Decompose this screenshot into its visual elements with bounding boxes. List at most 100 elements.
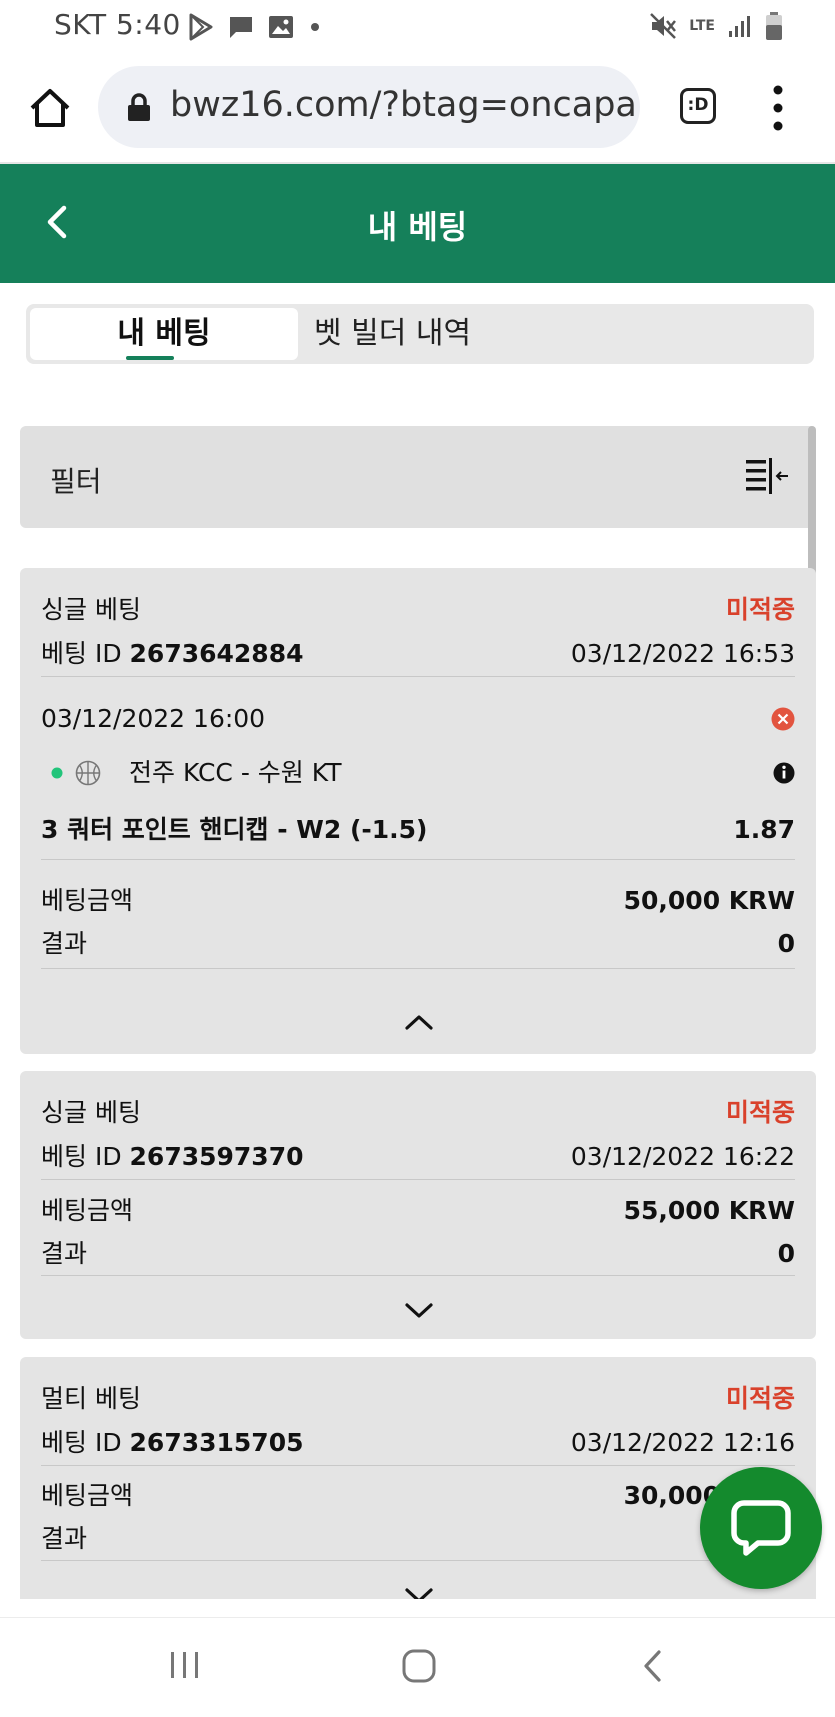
url-bar[interactable]: bwz16.com/?btag=oncapan8 <box>98 66 640 148</box>
chevron-up-icon[interactable] <box>404 1012 434 1032</box>
chevron-down-icon[interactable] <box>404 1301 434 1321</box>
gallery-icon <box>269 16 293 38</box>
result-value: 0 <box>777 929 795 958</box>
result-row: 결과 0 <box>41 924 795 964</box>
network-type: LTE <box>689 18 715 34</box>
result-label: 결과 <box>41 1239 88 1268</box>
bet-id-value: 2673315705 <box>129 1428 304 1457</box>
status-badge: 미적중 <box>725 1384 795 1413</box>
market-name: 3 쿼터 포인트 핸디캡 - W2 (-1.5) <box>41 815 428 844</box>
bet-id: 베팅 ID 2673642884 <box>41 634 303 674</box>
placed-at: 03/12/2022 16:53 <box>570 639 795 668</box>
status-badge: 미적중 <box>725 1098 795 1127</box>
notification-icons <box>188 12 322 42</box>
home-nav-icon[interactable] <box>401 1648 437 1684</box>
page-title: 내 베팅 <box>367 208 468 246</box>
bet-card: 멀티 베팅 미적중 베팅 ID 2673315705 03/12/2022 12… <box>20 1357 816 1599</box>
divider <box>41 1275 795 1276</box>
result-label: 결과 <box>41 929 88 958</box>
divider <box>41 1179 795 1180</box>
bet-card: 싱글 베팅 미적중 베팅 ID 2673642884 03/12/2022 16… <box>20 568 816 1054</box>
bet-type: 멀티 베팅 <box>41 1384 141 1413</box>
odds: 1.87 <box>733 815 795 844</box>
tab-my-bets[interactable]: 내 베팅 <box>30 308 298 360</box>
tab-label: 내 베팅 <box>117 316 211 351</box>
dot-icon <box>311 23 319 31</box>
system-icons: LTE <box>649 10 783 42</box>
status-bar: SKT 5:40 LTE <box>0 0 835 52</box>
filter-label: 필터 <box>50 465 102 498</box>
browser-toolbar: bwz16.com/?btag=oncapan8 :D <box>0 52 835 164</box>
result-row: 결과 0 <box>41 1519 795 1559</box>
bet-type-row: 멀티 베팅 미적중 <box>41 1379 795 1419</box>
status-badge: 미적중 <box>725 595 795 624</box>
result-row: 결과 0 <box>41 1234 795 1274</box>
recent-apps-icon[interactable] <box>168 1648 202 1682</box>
chat-button[interactable] <box>700 1467 822 1589</box>
mute-icon <box>650 13 677 39</box>
basketball-icon <box>75 760 101 786</box>
live-dot-icon <box>51 767 63 779</box>
tab-bet-builder-history[interactable]: 벳 빌더 내역 <box>314 308 514 360</box>
battery-icon <box>766 12 782 40</box>
chat-bubble-icon <box>731 1500 791 1556</box>
home-icon[interactable] <box>28 86 72 130</box>
filter-icon[interactable] <box>744 456 790 496</box>
bet-id-value: 2673597370 <box>129 1142 304 1171</box>
bet-id-value: 2673642884 <box>129 639 304 668</box>
result-label: 결과 <box>41 1524 88 1553</box>
match-row: 전주 KCC - 수원 KT <box>41 753 795 793</box>
divider <box>41 676 795 677</box>
bet-id-label: 베팅 ID <box>41 1428 122 1457</box>
back-nav-icon[interactable] <box>640 1648 664 1684</box>
placed-at: 03/12/2022 12:16 <box>570 1428 795 1457</box>
signal-icon <box>729 16 750 37</box>
match-name: 전주 KCC - 수원 KT <box>129 758 342 787</box>
carrier-time: SKT 5:40 <box>54 8 181 41</box>
url-text: bwz16.com/?btag=oncapan8 <box>170 85 640 125</box>
info-icon[interactable] <box>773 753 795 793</box>
screen: SKT 5:40 LTE bwz16.com/?btag=oncapan8 :D… <box>0 0 835 1717</box>
bet-type: 싱글 베팅 <box>41 1098 141 1127</box>
bet-tabs: 내 베팅 벳 빌더 내역 <box>26 304 814 364</box>
divider <box>41 1465 795 1466</box>
tab-switcher-button[interactable]: :D <box>680 88 716 124</box>
more-menu-icon[interactable] <box>770 82 786 134</box>
event-time: 03/12/2022 16:00 <box>41 704 266 733</box>
divider <box>41 1560 795 1561</box>
placed-at: 03/12/2022 16:22 <box>570 1142 795 1171</box>
event-time-row: 03/12/2022 16:00 <box>41 699 795 739</box>
stake-row: 베팅금액 55,000 KRW <box>41 1191 795 1231</box>
bet-card: 싱글 베팅 미적중 베팅 ID 2673597370 03/12/2022 16… <box>20 1071 816 1339</box>
bet-id-label: 베팅 ID <box>41 639 122 668</box>
result-value: 0 <box>777 1239 795 1268</box>
divider <box>41 968 795 969</box>
bet-type: 싱글 베팅 <box>41 595 141 624</box>
market-row: 3 쿼터 포인트 핸디캡 - W2 (-1.5) 1.87 <box>41 810 795 850</box>
bet-id-label: 베팅 ID <box>41 1142 122 1171</box>
bet-id-row: 베팅 ID 2673315705 03/12/2022 12:16 <box>41 1423 795 1463</box>
chevron-down-icon[interactable] <box>404 1586 434 1599</box>
stake-label: 베팅금액 <box>41 1196 134 1225</box>
stake-row: 베팅금액 30,000 KRW <box>41 1476 795 1516</box>
remove-icon[interactable] <box>771 699 795 739</box>
divider <box>41 859 795 860</box>
bet-id: 베팅 ID 2673597370 <box>41 1137 303 1177</box>
stake-label: 베팅금액 <box>41 1481 134 1510</box>
bet-type-row: 싱글 베팅 미적중 <box>41 590 795 630</box>
stake-label: 베팅금액 <box>41 886 134 915</box>
bet-type-row: 싱글 베팅 미적중 <box>41 1093 795 1133</box>
bet-id: 베팅 ID 2673315705 <box>41 1423 303 1463</box>
message-icon <box>230 17 252 38</box>
stake-row: 베팅금액 50,000 KRW <box>41 881 795 921</box>
lock-icon <box>128 93 150 121</box>
filter-bar[interactable]: 필터 <box>20 426 816 528</box>
system-nav-bar <box>0 1617 835 1717</box>
app-header: 내 베팅 <box>0 164 835 283</box>
active-tab-indicator <box>126 356 174 360</box>
play-store-icon <box>189 13 213 41</box>
stake-value: 55,000 KRW <box>623 1196 795 1225</box>
bet-id-row: 베팅 ID 2673642884 03/12/2022 16:53 <box>41 634 795 674</box>
stake-value: 50,000 KRW <box>623 886 795 915</box>
bet-id-row: 베팅 ID 2673597370 03/12/2022 16:22 <box>41 1137 795 1177</box>
